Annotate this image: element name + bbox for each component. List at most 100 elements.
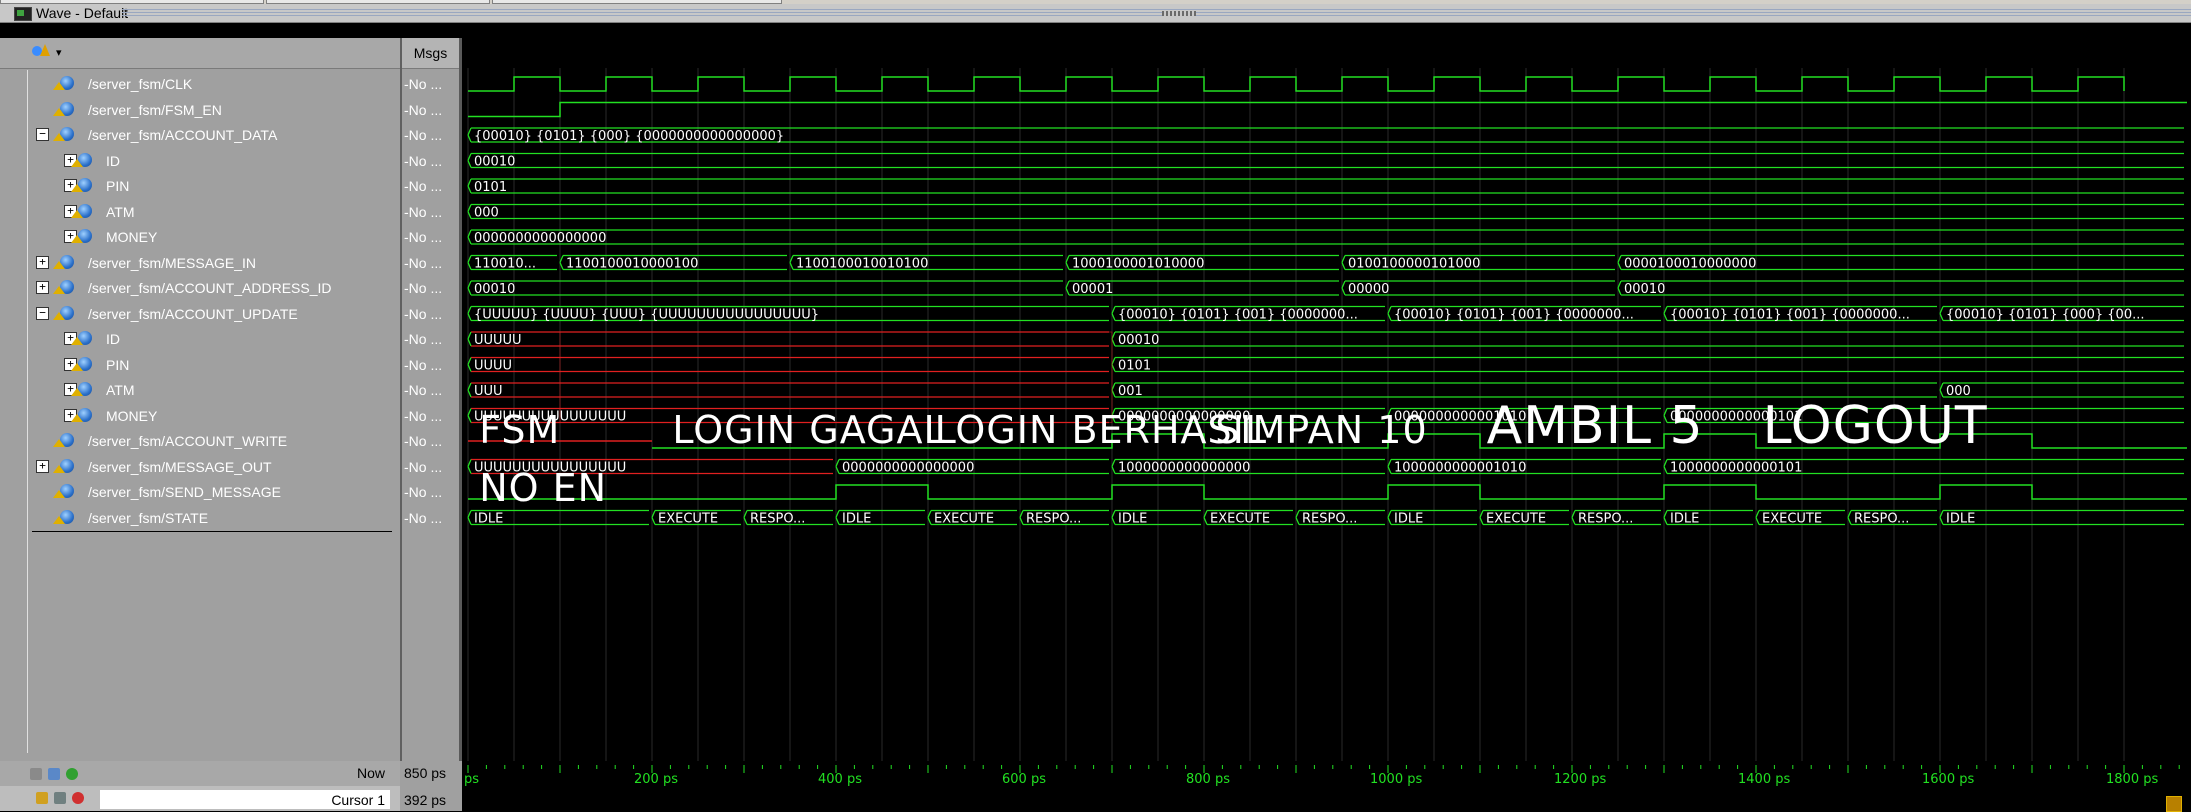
annotation-label: AMBIL 5 bbox=[1487, 396, 1704, 456]
bus-value-label: 0000000000000000 bbox=[474, 231, 606, 246]
waveform-canvas[interactable]: {00010} {0101} {000} {0000000000000000} 0… bbox=[462, 68, 2191, 761]
signal-msg-value: -No ... bbox=[404, 509, 443, 526]
annotation-label: NO EN bbox=[479, 466, 607, 510]
ruler-label: 1400 ps bbox=[1738, 772, 1790, 786]
signal-msg-value: -No ... bbox=[404, 433, 443, 449]
window-titlebar[interactable]: Wave - Default bbox=[0, 4, 2191, 23]
bus-value-label: {00010} {0101} {001} {0000000... bbox=[1394, 308, 1634, 323]
time-ruler[interactable]: ps 200 ps 400 ps 600 ps 800 ps 1000 ps 1200 ps… bbox=[462, 761, 2191, 786]
signal-msg-value: -No ... bbox=[404, 254, 443, 271]
bus-value-label: {00010} {0101} {001} {0000000... bbox=[1118, 308, 1358, 323]
signal-icon bbox=[53, 101, 74, 116]
bus-value-label: 0000100010000000 bbox=[1624, 257, 1756, 272]
signal-row[interactable]: +PIN-No ... bbox=[0, 174, 459, 199]
clk-wave bbox=[468, 76, 2125, 92]
now-label: Now bbox=[356, 765, 385, 781]
signal-name: PIN bbox=[106, 356, 130, 373]
signal-msg-value: -No ... bbox=[404, 305, 443, 322]
signal-msg-value: -No ... bbox=[404, 356, 443, 373]
bus-segment bbox=[471, 229, 2184, 245]
ruler-label: 600 ps bbox=[1002, 772, 1046, 786]
pencil-icon[interactable] bbox=[54, 792, 66, 804]
signal-row[interactable]: +ID-No ... bbox=[0, 149, 459, 174]
send-message-wave bbox=[468, 484, 2187, 500]
signal-icon bbox=[53, 484, 74, 498]
signal-name: /server_fsm/ACCOUNT_WRITE bbox=[88, 433, 288, 449]
bus-value-label: {UUUUU} {UUUU} {UUU} {UUUUUUUUUUUUUUUU} bbox=[474, 308, 819, 323]
bus-value-label: UUUU bbox=[474, 359, 512, 374]
bus-segment bbox=[1943, 509, 2184, 526]
expand-icon[interactable]: + bbox=[36, 459, 49, 473]
signal-row[interactable]: − /server_fsm/ACCOUNT_DATA -No ... bbox=[0, 123, 459, 148]
bus-value-label: 0101 bbox=[474, 180, 507, 195]
titlebar-stripe bbox=[122, 9, 2191, 10]
collapse-icon[interactable]: − bbox=[36, 128, 49, 141]
msgs-header: Msgs bbox=[402, 38, 459, 69]
bus-value-label: 1100100010010100 bbox=[796, 257, 928, 272]
signal-icon bbox=[71, 229, 92, 243]
signal-row[interactable]: +PIN-No ... bbox=[0, 353, 459, 378]
signal-row[interactable]: + /server_fsm/ACCOUNT_ADDRESS_ID -No ... bbox=[0, 276, 459, 301]
signal-icon bbox=[71, 178, 92, 192]
signal-row[interactable]: + /server_fsm/MESSAGE_IN -No ... bbox=[0, 251, 459, 276]
bus-value-label: EXECUTE bbox=[934, 512, 994, 527]
signal-row[interactable]: − /server_fsm/ACCOUNT_UPDATE -No ... bbox=[0, 302, 459, 327]
scroll-marker-icon[interactable] bbox=[2166, 796, 2182, 812]
bus-segment bbox=[471, 152, 2184, 169]
signal-row[interactable]: +ATM-No ... bbox=[0, 200, 459, 225]
ruler-label: 1200 ps bbox=[1554, 772, 1606, 786]
bus-segment bbox=[1621, 280, 2184, 296]
signal-row[interactable]: +ATM-No ... bbox=[0, 378, 459, 403]
delete-cursor-icon[interactable] bbox=[72, 792, 84, 804]
signal-msg-value: -No ... bbox=[404, 127, 443, 143]
expand-icon[interactable]: + bbox=[36, 255, 49, 269]
titlebar-stripe bbox=[122, 12, 2191, 13]
signal-row[interactable]: +MONEY-No ... bbox=[0, 225, 459, 250]
signal-row[interactable]: /server_fsm/ACCOUNT_WRITE -No ... bbox=[0, 429, 459, 454]
cursor-timeline[interactable] bbox=[462, 786, 2191, 811]
signal-row[interactable]: +MONEY-No ... bbox=[0, 404, 459, 429]
bus-value-label: IDLE bbox=[474, 512, 503, 527]
signal-name: /server_fsm/CLK bbox=[88, 76, 193, 92]
list-end-divider bbox=[32, 531, 392, 532]
ruler-label: 800 ps bbox=[1186, 772, 1230, 786]
signal-row[interactable]: +ID-No ... bbox=[0, 327, 459, 352]
bus-segment bbox=[471, 178, 2184, 194]
add-signal-icon[interactable] bbox=[32, 44, 52, 60]
cursor-label: Cursor 1 bbox=[331, 792, 385, 808]
bus-value-label: IDLE bbox=[1670, 512, 1699, 527]
signal-name: ATM bbox=[106, 382, 135, 398]
bus-value-label: 00010 bbox=[1118, 333, 1159, 348]
signal-icon bbox=[53, 76, 74, 90]
monitor-icon[interactable] bbox=[48, 768, 60, 780]
signal-icon bbox=[53, 433, 74, 447]
expand-icon[interactable]: + bbox=[36, 281, 49, 294]
signal-msg-value: -No ... bbox=[404, 382, 443, 398]
annotation-label: SIMPAN 10 bbox=[1215, 408, 1427, 452]
fsm-en-wave bbox=[468, 101, 2187, 118]
collapse-icon[interactable]: − bbox=[36, 306, 49, 320]
zoom-icon[interactable] bbox=[30, 768, 42, 780]
bus-value-label: RESPO... bbox=[1578, 512, 1633, 527]
chevron-down-icon[interactable]: ▾ bbox=[56, 46, 62, 59]
bus-value-label: 00010 bbox=[474, 282, 515, 297]
bus-value-label: 0000000000000000 bbox=[842, 461, 974, 476]
signal-row[interactable]: /server_fsm/STATE -No ... bbox=[0, 506, 459, 531]
bus-value-label: {00010} {0101} {000} {00... bbox=[1946, 308, 2145, 323]
signal-icon bbox=[71, 356, 92, 371]
signal-row[interactable]: /server_fsm/FSM_EN -No ... bbox=[0, 98, 459, 123]
bus-value-label: IDLE bbox=[1946, 512, 1975, 527]
drag-grip-icon[interactable] bbox=[1162, 11, 1196, 16]
signal-row[interactable]: /server_fsm/CLK -No ... bbox=[0, 72, 459, 97]
signal-row[interactable]: /server_fsm/SEND_MESSAGE -No ... bbox=[0, 480, 459, 505]
signal-icon bbox=[53, 254, 74, 269]
signal-name: /server_fsm/SEND_MESSAGE bbox=[88, 484, 281, 500]
signal-row[interactable]: + /server_fsm/MESSAGE_OUT -No ... bbox=[0, 455, 459, 480]
add-cursor-icon[interactable] bbox=[66, 768, 78, 780]
bus-value-label: RESPO... bbox=[1026, 512, 1081, 527]
signal-msg-value: -No ... bbox=[404, 229, 443, 245]
bus-value-label: IDLE bbox=[1394, 512, 1423, 527]
lock-icon[interactable] bbox=[36, 792, 48, 804]
signal-name: /server_fsm/STATE bbox=[88, 509, 209, 526]
signal-name: ID bbox=[106, 152, 120, 169]
